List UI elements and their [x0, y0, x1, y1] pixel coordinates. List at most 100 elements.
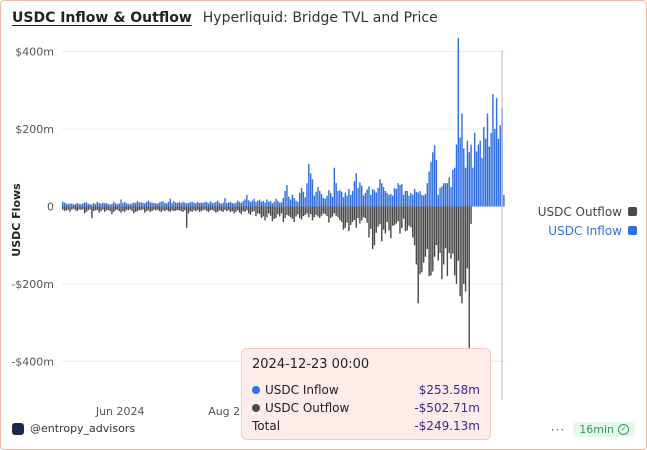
inflow-bar [450, 187, 452, 207]
outflow-bar [453, 206, 456, 276]
inflow-bar [154, 203, 157, 207]
tooltip-dot-inflow [252, 386, 260, 394]
inflow-bar [202, 202, 204, 207]
outflow-bar [129, 206, 131, 210]
outflow-bar [275, 206, 277, 219]
inflow-bar [82, 203, 84, 207]
inflow-bar [109, 204, 111, 207]
inflow-bar [457, 38, 460, 207]
outflow-bar [165, 206, 168, 210]
inflow-bar [102, 202, 104, 207]
inflow-bar [335, 183, 337, 207]
inflow-bar [401, 184, 403, 207]
inflow-bar [129, 204, 131, 207]
outflow-bar [140, 206, 142, 211]
inflow-bar [362, 195, 365, 207]
outflow-bar [202, 206, 204, 211]
outflow-bar [448, 206, 450, 253]
inflow-bar [69, 203, 71, 207]
outflow-bar [397, 206, 399, 222]
outflow-bar [100, 206, 102, 212]
inflow-bar [490, 132, 492, 207]
outflow-bar [269, 206, 272, 216]
outflow-bar [470, 206, 472, 224]
inflow-bar [213, 202, 215, 207]
outflow-bar [196, 206, 199, 210]
inflow-bar [220, 203, 223, 207]
tooltip-row-inflow: USDC Inflow $253.58m [252, 381, 480, 399]
more-options-button[interactable]: ··· [551, 423, 565, 437]
inflow-bar [100, 203, 102, 207]
inflow-bar [189, 202, 192, 207]
inflow-bar [430, 161, 432, 207]
outflow-bar [432, 206, 434, 272]
legend-item-outflow[interactable]: USDC Outflow [538, 202, 637, 221]
outflow-bar [134, 206, 137, 212]
inflow-bar [193, 202, 195, 207]
inflow-bar [122, 202, 124, 207]
inflow-bar [322, 197, 325, 207]
outflow-bar [180, 206, 182, 212]
outflow-bar [127, 206, 130, 211]
inflow-bar [377, 187, 379, 207]
inflow-bar [247, 200, 250, 207]
inflow-bar [184, 202, 186, 207]
inflow-bar [178, 201, 181, 207]
outflow-bar [167, 206, 170, 212]
outflow-bar [452, 206, 454, 254]
outflow-bar [426, 206, 429, 250]
inflow-bar [410, 192, 412, 207]
outflow-bar [244, 206, 246, 212]
outflow-bar [96, 206, 99, 210]
outflow-bar [320, 206, 323, 216]
inflow-bar [222, 202, 224, 207]
inflow-bar [206, 202, 208, 207]
outflow-bar [371, 206, 374, 250]
outflow-bar [406, 206, 408, 231]
inflow-bar [364, 192, 367, 207]
inflow-bar [402, 194, 405, 207]
inflow-bar [224, 197, 226, 207]
outflow-bar [390, 206, 392, 239]
outflow-bar [340, 206, 343, 222]
outflow-bar [154, 206, 157, 211]
inflow-bar [371, 189, 374, 207]
inflow-bar [131, 203, 133, 207]
outflow-bar [184, 206, 186, 211]
outflow-bar [317, 206, 319, 217]
inflow-bar [67, 204, 69, 207]
outflow-bar [147, 206, 150, 211]
inflow-bar [415, 191, 418, 207]
inflow-bar [71, 203, 73, 207]
outflow-bar [399, 206, 401, 234]
inflow-bar [366, 189, 368, 207]
inflow-bar [226, 202, 228, 207]
inflow-bar [288, 196, 290, 207]
inflow-bar [118, 203, 120, 207]
outflow-bar [131, 206, 133, 212]
inflow-bar [273, 201, 275, 207]
outflow-bar [302, 206, 305, 217]
outflow-bar [348, 206, 350, 232]
legend-item-inflow[interactable]: USDC Inflow [538, 221, 637, 240]
tooltip-label-outflow: USDC Outflow [265, 401, 350, 415]
inflow-bar [289, 199, 292, 207]
outflow-bar [260, 206, 263, 219]
inflow-bar [317, 187, 319, 207]
inflow-bar [229, 201, 232, 207]
inflow-bar [474, 132, 476, 207]
outflow-bar [103, 206, 106, 212]
outflow-bar [435, 206, 438, 246]
outflow-bar [123, 206, 126, 212]
inflow-bar [346, 195, 348, 207]
outflow-bar [313, 206, 316, 218]
outflow-bar [125, 206, 128, 210]
inflow-bar [390, 194, 392, 207]
inflow-bar [375, 192, 377, 207]
outflow-bar [266, 206, 268, 218]
outflow-bar [118, 206, 120, 212]
outflow-bar [226, 206, 228, 212]
inflow-bar [355, 173, 357, 207]
inflow-bar [422, 195, 425, 207]
inflow-bar [200, 202, 202, 207]
